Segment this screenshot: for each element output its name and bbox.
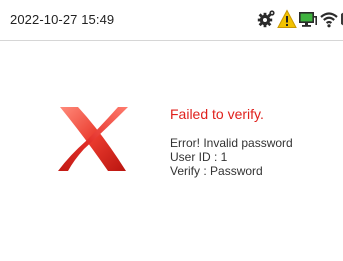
status-bar: 2022-10-27 15:49 (0, 0, 343, 41)
error-line: Error! Invalid password (170, 136, 293, 150)
result-details: Error! Invalid password User ID : 1 Veri… (170, 136, 293, 178)
verify-result-message: Failed to verify. Error! Invalid passwor… (170, 106, 293, 178)
result-title: Failed to verify. (170, 106, 264, 122)
status-datetime: 2022-10-27 15:49 (10, 12, 115, 27)
warning-icon (277, 9, 297, 28)
verify-mode-line: Verify : Password (170, 164, 263, 178)
settings-gear-icon (257, 10, 275, 28)
user-id-line: User ID : 1 (170, 150, 228, 164)
verify-failed-screen: 2022-10-27 15:49 Failed to verify. Error… (0, 0, 343, 261)
fail-x-icon (58, 107, 128, 171)
wifi-icon (320, 12, 338, 28)
network-computer-icon (299, 12, 317, 27)
